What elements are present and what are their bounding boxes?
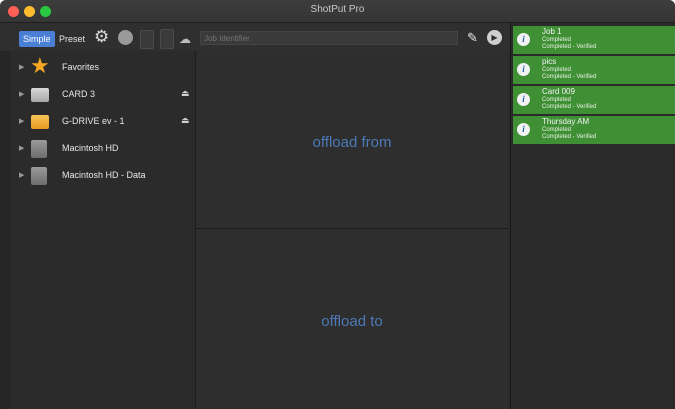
- sidebar-item-label: G-DRIVE ev - 1: [62, 116, 125, 126]
- info-icon[interactable]: i: [517, 123, 530, 136]
- sidebar-item-card-3[interactable]: ▶ CARD 3 ⏏: [11, 82, 195, 108]
- cloud-icon[interactable]: ☁: [179, 31, 191, 47]
- job-status: Completed: [542, 37, 572, 43]
- sidebar-item-macintosh-hd-data[interactable]: ▶ Macintosh HD - Data: [11, 163, 195, 189]
- star-icon: ★: [30, 53, 50, 78]
- disclosure-triangle-icon[interactable]: ▶: [19, 171, 24, 179]
- options-circle-icon[interactable]: [118, 30, 133, 45]
- card-slot-icon[interactable]: [140, 30, 154, 49]
- job-list: i Job 1 Completed Completed - Verified i…: [510, 23, 675, 409]
- job-name: Card 009: [542, 87, 575, 96]
- sidebar-item-macintosh-hd[interactable]: ▶ Macintosh HD: [11, 136, 195, 162]
- preset-button[interactable]: Preset: [59, 31, 85, 47]
- drive-icon: [31, 88, 49, 102]
- job-status: Completed: [542, 127, 572, 133]
- disclosure-triangle-icon[interactable]: ▶: [19, 90, 24, 98]
- sidebar: ▶ ★ Favorites ▶ CARD 3 ⏏ ▶ G-DRIVE ev - …: [11, 51, 196, 409]
- window-title: ShotPut Pro: [310, 4, 365, 15]
- toolbar: Simple Preset ⚙ ☁ ✎ ▶: [0, 23, 510, 51]
- title-bar: ShotPut Pro: [0, 0, 675, 23]
- job-verify-status: Completed - Verified: [542, 44, 597, 50]
- offload-from-dropzone[interactable]: offload from: [196, 51, 508, 229]
- job-item[interactable]: i Job 1 Completed Completed - Verified: [513, 26, 675, 54]
- job-status: Completed: [542, 67, 572, 73]
- sidebar-item-label: Macintosh HD: [62, 143, 119, 153]
- drive-icon: [31, 115, 49, 129]
- info-icon[interactable]: i: [517, 93, 530, 106]
- info-icon[interactable]: i: [517, 63, 530, 76]
- info-icon[interactable]: i: [517, 33, 530, 46]
- job-verify-status: Completed - Verified: [542, 134, 597, 140]
- sidebar-item-label: CARD 3: [62, 89, 96, 99]
- eject-icon[interactable]: ⏏: [181, 115, 190, 126]
- job-status: Completed: [542, 97, 572, 103]
- job-name: pics: [542, 57, 557, 66]
- offload-panel: offload from offload to: [196, 51, 508, 409]
- start-button[interactable]: ▶: [487, 30, 502, 45]
- disclosure-triangle-icon[interactable]: ▶: [19, 144, 24, 152]
- offload-to-dropzone[interactable]: offload to: [196, 229, 508, 409]
- sidebar-item-g-drive[interactable]: ▶ G-DRIVE ev - 1 ⏏: [11, 109, 195, 135]
- offload-from-label: offload from: [312, 134, 392, 151]
- disclosure-triangle-icon[interactable]: ▶: [19, 63, 24, 71]
- app-window: ShotPut Pro Simple Preset ⚙ ☁ ✎ ▶ ▶ ★ Fa…: [0, 0, 675, 409]
- job-name: Job 1: [542, 27, 562, 36]
- job-identifier-input[interactable]: [200, 31, 458, 45]
- drive-slot-icon[interactable]: [160, 29, 174, 49]
- job-verify-status: Completed - Verified: [542, 104, 597, 110]
- job-name: Thursday AM: [542, 117, 590, 126]
- gear-icon[interactable]: ⚙: [94, 28, 109, 45]
- offload-to-label: offload to: [321, 313, 383, 330]
- hard-disk-icon: [31, 167, 47, 185]
- simple-mode-button[interactable]: Simple: [19, 31, 55, 47]
- disclosure-triangle-icon[interactable]: ▶: [19, 117, 24, 125]
- eject-icon[interactable]: ⏏: [181, 88, 190, 99]
- job-item[interactable]: i Card 009 Completed Completed - Verifie…: [513, 86, 675, 114]
- job-verify-status: Completed - Verified: [542, 74, 597, 80]
- pencil-icon[interactable]: ✎: [467, 30, 478, 46]
- job-item[interactable]: i pics Completed Completed - Verified: [513, 56, 675, 84]
- left-gutter: [0, 51, 11, 409]
- sidebar-item-label: Favorites: [62, 62, 100, 72]
- job-item[interactable]: i Thursday AM Completed Completed - Veri…: [513, 116, 675, 144]
- sidebar-item-label: Macintosh HD - Data: [62, 170, 146, 180]
- hard-disk-icon: [31, 140, 47, 158]
- sidebar-item-favorites[interactable]: ▶ ★ Favorites: [11, 55, 195, 81]
